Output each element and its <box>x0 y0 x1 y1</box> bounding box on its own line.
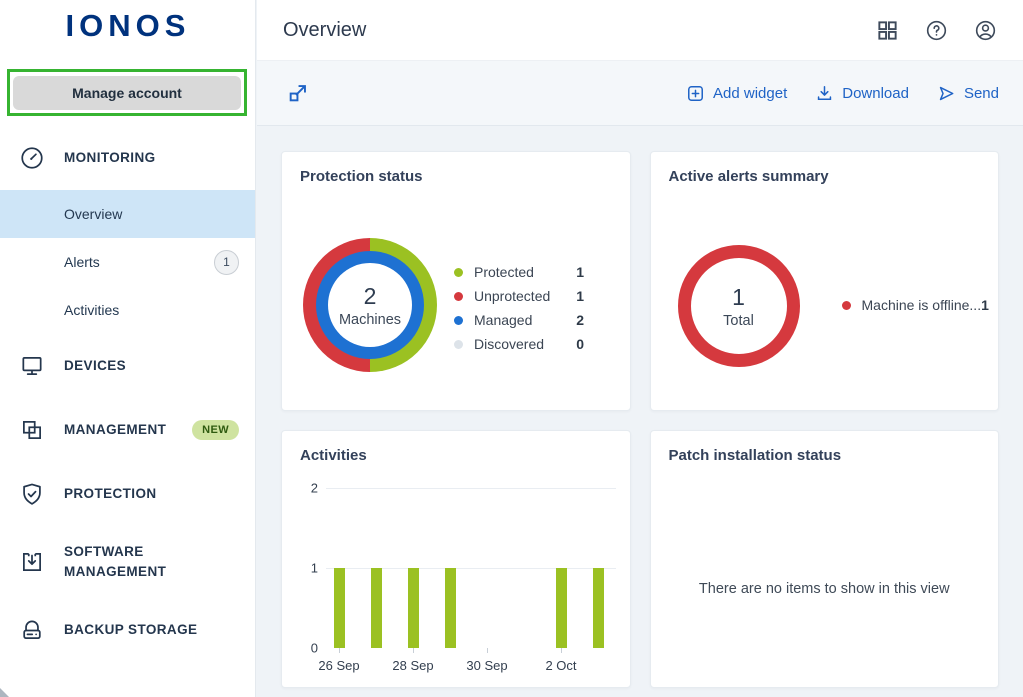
add-widget-button[interactable]: Add widget <box>686 84 787 103</box>
new-badge: NEW <box>192 420 239 440</box>
download-button[interactable]: Download <box>815 84 909 103</box>
alerts-ring: 1 Total <box>678 245 800 367</box>
alerts-total-count: 1 <box>732 284 745 311</box>
ionos-logo: IONOS <box>0 8 256 44</box>
apps-grid-icon[interactable] <box>876 19 899 42</box>
empty-state-text: There are no items to show in this view <box>651 581 999 597</box>
manage-account-button[interactable]: Manage account <box>13 76 241 110</box>
send-icon <box>937 84 956 103</box>
activities-plot: 0 1 2 26 Sep 28 Sep 30 Sep 2 Oct <box>282 479 630 684</box>
legend-dot <box>454 292 463 301</box>
protection-legend: Protected 1 Unprotected 1 Managed 2 Disc… <box>454 260 584 356</box>
widget-title: Active alerts summary <box>669 168 981 185</box>
alerts-legend: Machine is offline... 1 <box>842 297 979 313</box>
x-axis-tick <box>413 648 414 653</box>
widget-title: Activities <box>300 447 612 464</box>
sidebar-item-label: SOFTWARE MANAGEMENT <box>64 542 204 581</box>
page-title: Overview <box>283 19 366 42</box>
sidebar-item-protection[interactable]: PROTECTION <box>0 470 255 518</box>
activity-bar <box>371 568 382 648</box>
activity-bar <box>334 568 345 648</box>
account-icon[interactable] <box>974 19 997 42</box>
sidebar-item-devices[interactable]: DEVICES <box>0 342 255 390</box>
sidebar-item-label: BACKUP STORAGE <box>64 620 197 640</box>
sidebar-item-label: MONITORING <box>64 148 156 168</box>
gauge-icon <box>19 145 45 171</box>
widget-title: Protection status <box>300 168 612 185</box>
send-button[interactable]: Send <box>937 84 999 103</box>
legend-dot <box>454 340 463 349</box>
gridline <box>326 488 616 489</box>
legend-dot <box>454 268 463 277</box>
expand-icon[interactable] <box>287 82 309 104</box>
widget-activities: Activities 0 1 2 26 Sep 28 Sep 30 Sep 2 Oct <box>281 430 631 688</box>
sidebar-item-label: Alerts <box>64 254 100 270</box>
sidebar-resize-handle[interactable] <box>0 688 9 697</box>
sidebar-item-monitoring[interactable]: MONITORING <box>0 134 255 182</box>
monitor-icon <box>19 353 45 379</box>
plus-square-icon <box>686 84 705 103</box>
shield-check-icon <box>19 481 45 507</box>
download-icon <box>815 84 834 103</box>
sidebar-item-label: MANAGEMENT <box>64 420 166 440</box>
x-axis-tick-label: 26 Sep <box>318 658 359 673</box>
machines-label: Machines <box>339 312 401 328</box>
package-install-icon <box>19 549 45 575</box>
annotation-highlight-box: Manage account <box>7 69 247 116</box>
sidebar-item-management[interactable]: MANAGEMENT NEW <box>0 406 255 454</box>
legend-item: Managed 2 <box>454 308 584 332</box>
x-axis-tick-label: 30 Sep <box>466 658 507 673</box>
activity-bar <box>445 568 456 648</box>
help-icon[interactable] <box>925 19 948 42</box>
sidebar-item-label: PROTECTION <box>64 484 157 504</box>
sidebar-item-label: Overview <box>64 206 122 222</box>
machines-count: 2 <box>364 283 377 310</box>
legend-item: Unprotected 1 <box>454 284 584 308</box>
sidebar-item-overview[interactable]: Overview <box>0 190 255 238</box>
legend-item: Discovered 0 <box>454 332 584 356</box>
legend-dot <box>842 301 851 310</box>
storage-drive-icon <box>19 617 45 643</box>
y-axis-tick-label: 1 <box>292 561 318 576</box>
x-axis-tick <box>487 648 488 653</box>
sidebar-item-label: Activities <box>64 302 119 318</box>
legend-item: Protected 1 <box>454 260 584 284</box>
x-axis-tick-label: 28 Sep <box>392 658 433 673</box>
y-axis-tick-label: 0 <box>292 641 318 656</box>
widget-patch-installation-status: Patch installation status There are no i… <box>650 430 1000 688</box>
sidebar: IONOS Manage account MONITORING Overview… <box>0 0 256 697</box>
protection-donut-chart: 2 Machines <box>303 238 437 372</box>
dashboard-toolbar: Add widget Download Send <box>257 61 1023 126</box>
activity-bar <box>556 568 567 648</box>
x-axis-tick <box>561 648 562 653</box>
alerts-count-badge: 1 <box>214 250 239 275</box>
sidebar-nav: MONITORING Overview Alerts 1 Activities <box>0 116 255 654</box>
x-axis-tick <box>339 648 340 653</box>
activity-bar <box>593 568 604 648</box>
sidebar-item-backup-storage[interactable]: BACKUP STORAGE <box>0 606 255 654</box>
alerts-total-label: Total <box>723 313 754 329</box>
gridline <box>326 568 616 569</box>
x-axis-tick-label: 2 Oct <box>545 658 576 673</box>
overlapping-squares-icon <box>19 417 45 443</box>
sidebar-item-software-management[interactable]: SOFTWARE MANAGEMENT <box>0 534 255 590</box>
y-axis-tick-label: 2 <box>292 481 318 496</box>
legend-dot <box>454 316 463 325</box>
widget-title: Patch installation status <box>669 447 981 464</box>
dashboard-grid: Protection status 2 Machines Protected 1… <box>257 127 1023 697</box>
main-area: Overview <box>257 0 1023 697</box>
sidebar-item-alerts[interactable]: Alerts 1 <box>0 238 255 286</box>
sidebar-item-label: DEVICES <box>64 356 126 376</box>
activity-bar <box>408 568 419 648</box>
widget-protection-status: Protection status 2 Machines Protected 1… <box>281 151 631 411</box>
sidebar-item-activities[interactable]: Activities <box>0 286 255 334</box>
widget-active-alerts-summary: Active alerts summary 1 Total Machine is… <box>650 151 1000 411</box>
page-header: Overview <box>257 0 1023 61</box>
